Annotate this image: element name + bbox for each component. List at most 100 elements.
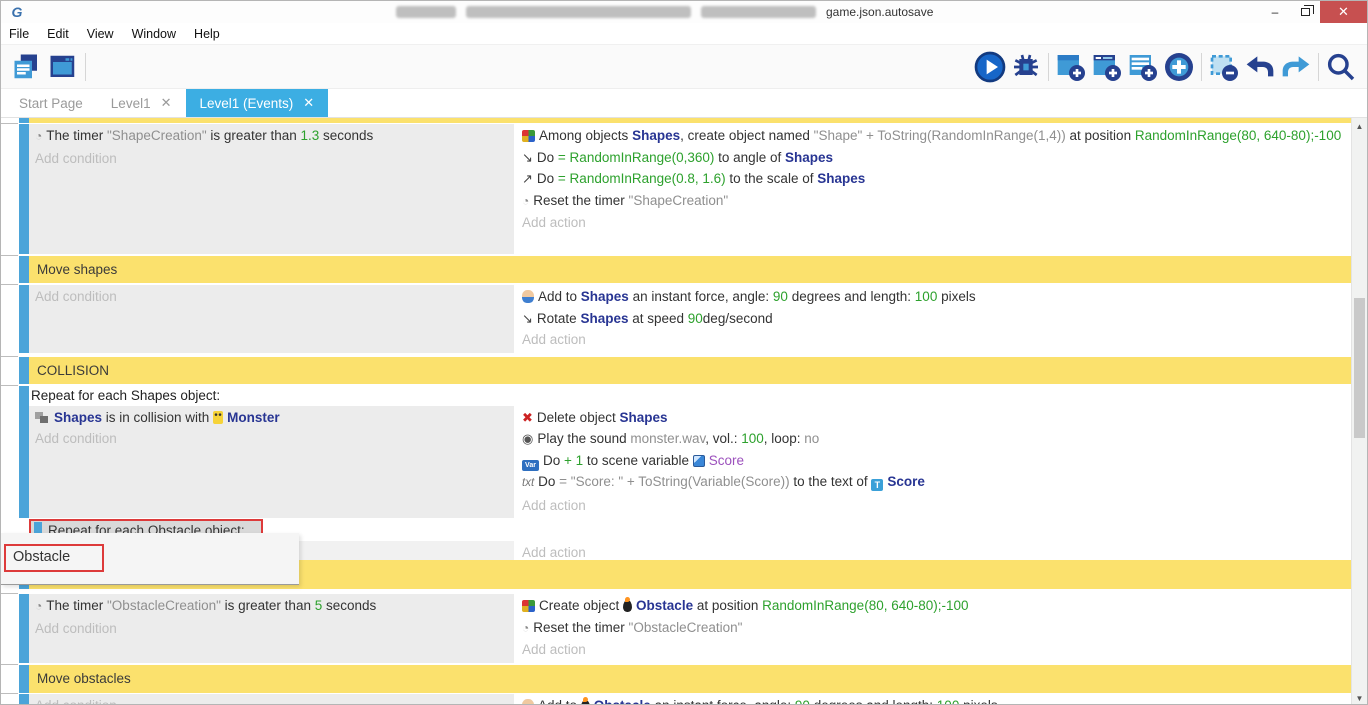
timer-icon: ◔ [35, 126, 42, 148]
undo-icon[interactable] [1242, 50, 1278, 84]
textobj-icon: T [871, 479, 883, 491]
debug-icon[interactable] [1008, 50, 1044, 84]
add-new-icon[interactable] [1161, 50, 1197, 84]
action-line[interactable]: Create object Obstacle at position Rando… [522, 595, 1345, 617]
menu-file[interactable]: File [9, 27, 29, 41]
action-line[interactable]: Add to Shapes an instant force, angle: 9… [522, 286, 1345, 308]
tab-level1-events[interactable]: Level1 (Events)✕ [186, 89, 329, 117]
create-icon [522, 600, 535, 612]
add-condition-button[interactable]: Add condition [35, 428, 508, 450]
suggestion-obstacle[interactable]: Obstacle [4, 544, 104, 572]
delete-icon: ✖ [522, 407, 533, 429]
add-action-button[interactable]: Add action [522, 639, 1345, 661]
redacted-title-segment [701, 6, 816, 18]
toolbar-separator [1201, 53, 1202, 81]
scroll-down-icon[interactable]: ▼ [1352, 690, 1367, 705]
timer-icon: ◔ [522, 618, 529, 640]
redacted-title-segment [396, 6, 456, 18]
add-event-icon[interactable] [1053, 50, 1089, 84]
autocomplete-popup: Obstacle [1, 533, 299, 585]
menu-window[interactable]: Window [132, 27, 176, 41]
comment-row [1, 118, 1351, 123]
force-icon [522, 290, 534, 303]
title-text: game.json.autosave [826, 5, 933, 19]
add-condition-button[interactable]: Add condition [35, 286, 508, 308]
add-condition-button[interactable]: Add condition [35, 618, 508, 640]
conditions-area: ◔The timer "ShapeCreation" is greater th… [29, 124, 514, 254]
redo-icon[interactable] [1278, 50, 1314, 84]
vertical-scrollbar[interactable]: ▲ ▼ [1351, 118, 1367, 705]
action-line[interactable]: txtDo = "Score: " + ToString(Variable(Sc… [522, 471, 1345, 495]
condition-line[interactable]: Shapes is in collision with Monster [35, 407, 508, 429]
action-line[interactable]: VarDo + 1 to scene variable Score [522, 450, 1345, 472]
comment-row[interactable]: Move obstacles [1, 665, 1351, 693]
variable-icon: Var [522, 460, 539, 471]
close-icon[interactable]: ✕ [161, 95, 172, 111]
search-icon[interactable] [1323, 50, 1359, 84]
event-gutter-bar [1, 357, 29, 384]
action-line[interactable]: ↗Do = RandomInRange(0.8, 1.6) to the sca… [522, 168, 1345, 190]
comment-text: COLLISION [29, 357, 1351, 384]
action-line[interactable]: ◉Play the sound monster.wav, vol.: 100, … [522, 428, 1345, 450]
menu-bar: File Edit View Window Help [1, 23, 1367, 45]
comment-row[interactable]: Move shapes [1, 256, 1351, 283]
event-row: Add condition Add to Obstacle an instant … [1, 694, 1351, 705]
tab-bar: Start Page Level1✕ Level1 (Events)✕ [1, 89, 1367, 118]
remove-event-icon[interactable] [1206, 50, 1242, 84]
action-line[interactable]: ↘Rotate Shapes at speed 90deg/second [522, 308, 1345, 330]
sound-icon: ◉ [522, 428, 533, 450]
redacted-title-segment [466, 6, 691, 18]
menu-view[interactable]: View [87, 27, 114, 41]
add-action-button[interactable]: Add action [522, 212, 1345, 234]
add-comment-icon[interactable] [1125, 50, 1161, 84]
actions-area: Add to Obstacle an instant force, angle:… [516, 694, 1351, 705]
restore-button[interactable] [1290, 1, 1320, 23]
app-logo-icon: G [7, 4, 27, 20]
event-row: ◔The timer "ObstacleCreation" is greater… [1, 594, 1351, 663]
preview-play-icon[interactable] [972, 50, 1008, 84]
action-line[interactable]: ✖Delete object Shapes [522, 407, 1345, 429]
add-action-button[interactable]: Add action [522, 495, 1345, 517]
tab-start-page[interactable]: Start Page [5, 89, 97, 117]
scrollbar-thumb[interactable] [1354, 298, 1365, 438]
menu-help[interactable]: Help [194, 27, 220, 41]
project-manager-icon[interactable] [9, 50, 45, 84]
angle-icon: ↘ [522, 147, 533, 169]
window-title: game.json.autosave [396, 1, 933, 23]
action-line[interactable]: Add to Obstacle an instant force, angle:… [522, 695, 1345, 705]
force-icon [522, 699, 534, 705]
event-gutter-bar [1, 665, 29, 693]
timer-icon: ◔ [522, 191, 529, 213]
scroll-up-icon[interactable]: ▲ [1352, 118, 1367, 134]
add-subevent-icon[interactable] [1089, 50, 1125, 84]
timer-icon: ◔ [35, 596, 42, 618]
action-line[interactable]: Among objects Shapes, create object name… [522, 125, 1345, 147]
conditions-area: Shapes is in collision with MonsterAdd c… [29, 406, 514, 519]
minimize-button[interactable]: – [1260, 1, 1290, 23]
comment-row[interactable]: COLLISION [1, 357, 1351, 384]
condition-line[interactable]: ◔The timer "ObstacleCreation" is greater… [35, 595, 508, 618]
add-condition-button[interactable]: Add condition [35, 148, 508, 170]
event-row: Add condition Add to Shapes an instant fo… [1, 285, 1351, 353]
condition-line[interactable]: ◔The timer "ShapeCreation" is greater th… [35, 125, 508, 148]
action-line[interactable]: ↘Do = RandomInRange(0,360) to angle of S… [522, 147, 1345, 169]
menu-edit[interactable]: Edit [47, 27, 69, 41]
close-icon[interactable]: ✕ [303, 95, 314, 111]
create-icon [522, 130, 535, 142]
event-gutter-bar [1, 386, 29, 519]
event-gutter-bar [1, 124, 29, 254]
comment-text: Move shapes [29, 256, 1351, 283]
tab-level1[interactable]: Level1✕ [97, 89, 186, 117]
add-action-button[interactable]: Add action [522, 329, 1345, 351]
close-button[interactable]: ✕ [1320, 1, 1367, 23]
action-line[interactable]: ◔Reset the timer "ShapeCreation" [522, 190, 1345, 213]
title-bar: G game.json.autosave – ✕ [1, 1, 1367, 23]
scene-editor-icon[interactable] [45, 50, 81, 84]
app-window: G game.json.autosave – ✕ File Edit View … [0, 0, 1368, 705]
add-condition-button[interactable]: Add condition [35, 695, 508, 705]
repeat-header[interactable]: Repeat for each Shapes object: [29, 386, 1351, 406]
action-line[interactable]: ◔Reset the timer "ObstacleCreation" [522, 617, 1345, 640]
actions-area: Add to Shapes an instant force, angle: 9… [516, 285, 1351, 353]
conditions-area: ◔The timer "ObstacleCreation" is greater… [29, 594, 514, 663]
toolbar-separator [85, 53, 86, 81]
